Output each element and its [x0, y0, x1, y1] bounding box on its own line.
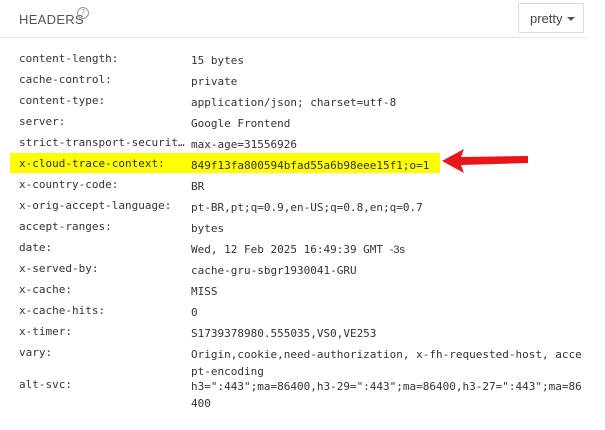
header-key: alt-svc:	[19, 378, 72, 391]
header-row: accept-ranges: bytes	[0, 216, 600, 237]
header-value: Wed, 12 Feb 2025 16:49:39 GMT -3s	[191, 241, 586, 259]
header-key: x-served-by:	[19, 262, 99, 275]
header-key: vary:	[19, 346, 53, 359]
headers-list: content-length: 15 bytes cache-control: …	[0, 48, 600, 410]
header-value: pt-BR,pt;q=0.9,en-US;q=0.8,en;q=0.7	[191, 201, 423, 214]
header-row: x-timer: S1739378980.555035,VS0,VE253	[0, 321, 600, 342]
header-value: S1739378980.555035,VS0,VE253	[191, 327, 377, 340]
question-circle-icon[interactable]: ?	[77, 7, 89, 19]
header-key: x-cache-hits:	[19, 304, 106, 317]
header-value: cache-gru-sbgr1930041-GRU	[191, 264, 357, 277]
header-key: x-cache:	[19, 283, 72, 296]
header-row: server: Google Frontend	[0, 111, 600, 132]
header-value: application/json; charset=utf-8	[191, 96, 397, 109]
header-key: strict-transport-security:	[19, 136, 185, 149]
panel-title: HEADERS	[19, 12, 84, 27]
header-value: BR	[191, 180, 205, 193]
header-row: date: Wed, 12 Feb 2025 16:49:39 GMT -3s	[0, 237, 600, 258]
chevron-down-icon	[567, 17, 575, 21]
headers-panel-header: HEADERS ? pretty	[0, 0, 605, 38]
header-row: x-cache-hits: 0	[0, 300, 600, 321]
header-key: x-orig-accept-language:	[19, 199, 172, 212]
header-key: server:	[19, 115, 66, 128]
header-key: x-timer:	[19, 325, 72, 338]
format-select-label: pretty	[530, 11, 563, 26]
header-key: content-length:	[19, 52, 119, 65]
header-value: private	[191, 75, 238, 88]
header-row: cache-control: private	[0, 69, 600, 90]
header-key: accept-ranges:	[19, 220, 112, 233]
header-key: date:	[19, 241, 53, 254]
header-value: Google Frontend	[191, 117, 291, 130]
header-row: vary: Origin,cookie,need-authorization, …	[0, 342, 600, 378]
header-value: 0	[191, 306, 198, 319]
header-row: x-served-by: cache-gru-sbgr1930041-GRU	[0, 258, 600, 279]
header-key: x-cloud-trace-context:	[19, 157, 165, 170]
header-row: x-cache: MISS	[0, 279, 600, 300]
header-row: alt-svc: h3=":443";ma=86400,h3-29=":443"…	[0, 374, 600, 410]
red-arrow-icon	[442, 149, 528, 173]
header-key: content-type:	[19, 94, 106, 107]
header-value: bytes	[191, 222, 225, 235]
header-row: x-orig-accept-language: pt-BR,pt;q=0.9,e…	[0, 195, 600, 216]
format-select-button[interactable]: pretty	[518, 3, 584, 33]
header-value: h3=":443";ma=86400,h3-29=":443";ma=86400…	[191, 380, 582, 410]
header-value: 15 bytes	[191, 54, 244, 67]
header-row: content-type: application/json; charset=…	[0, 90, 600, 111]
header-divider	[0, 37, 587, 38]
header-row: x-country-code: BR	[0, 174, 600, 195]
date-offset: -3s	[389, 244, 405, 256]
header-row: content-length: 15 bytes	[0, 48, 600, 69]
header-key: cache-control:	[19, 73, 112, 86]
date-value: Wed, 12 Feb 2025 16:49:39 GMT	[191, 243, 384, 256]
header-value: MISS	[191, 285, 218, 298]
header-key: x-country-code:	[19, 178, 119, 191]
